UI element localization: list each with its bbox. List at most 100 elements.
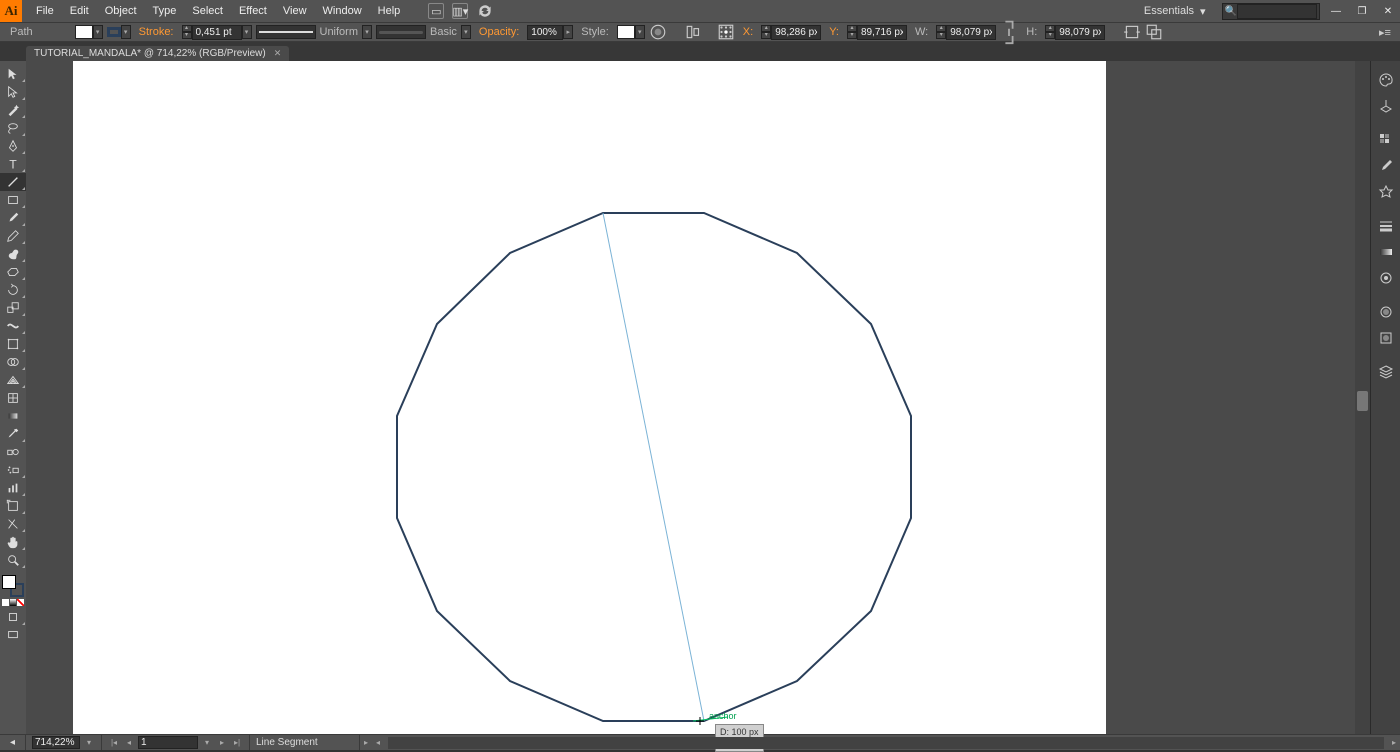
menu-select[interactable]: Select bbox=[184, 2, 231, 20]
transparency-panel-icon[interactable] bbox=[1371, 265, 1400, 291]
eraser-tool[interactable] bbox=[0, 263, 26, 281]
symbols-panel-icon[interactable] bbox=[1371, 179, 1400, 205]
opacity-label[interactable]: Opacity: bbox=[475, 26, 523, 38]
tab-close-icon[interactable]: ✕ bbox=[274, 48, 282, 59]
doc-layout-icon[interactable]: ▭ bbox=[428, 3, 444, 19]
x-input[interactable] bbox=[771, 25, 821, 40]
search-input[interactable] bbox=[1237, 4, 1317, 19]
stroke-panel-icon[interactable] bbox=[1371, 213, 1400, 239]
free-transform-tool[interactable] bbox=[0, 335, 26, 353]
vertical-scrollbar[interactable] bbox=[1355, 61, 1370, 734]
artboard-dropdown[interactable]: ▾ bbox=[201, 737, 213, 749]
menu-type[interactable]: Type bbox=[145, 2, 185, 20]
color-mode-solid[interactable] bbox=[2, 599, 9, 606]
screen-mode-icon[interactable] bbox=[0, 626, 26, 644]
panel-menu-icon[interactable]: ▸≡ bbox=[1376, 24, 1394, 40]
brushes-panel-icon[interactable] bbox=[1371, 153, 1400, 179]
arrange-icon[interactable]: ▥▾ bbox=[452, 3, 468, 19]
color-mode-gradient[interactable] bbox=[10, 599, 17, 606]
paintbrush-tool[interactable] bbox=[0, 209, 26, 227]
hand-tool[interactable] bbox=[0, 533, 26, 551]
blob-brush-tool[interactable] bbox=[0, 245, 26, 263]
stroke-weight-control[interactable]: ▴▾ ▾ bbox=[182, 25, 252, 40]
type-tool[interactable]: T bbox=[0, 155, 26, 173]
line-segment-tool[interactable] bbox=[0, 173, 26, 191]
menu-object[interactable]: Object bbox=[97, 2, 145, 20]
color-mode-none[interactable] bbox=[17, 599, 24, 606]
magic-wand-tool[interactable] bbox=[0, 101, 26, 119]
selection-tool[interactable] bbox=[0, 65, 26, 83]
menu-edit[interactable]: Edit bbox=[62, 2, 97, 20]
rotate-tool[interactable] bbox=[0, 281, 26, 299]
lasso-tool[interactable] bbox=[0, 119, 26, 137]
canvas[interactable]: anchor D: 100 px 281° bbox=[26, 61, 1370, 734]
artboard-next[interactable]: ▸ bbox=[216, 737, 228, 749]
layers-panel-icon[interactable] bbox=[1371, 359, 1400, 385]
artboard-tool[interactable] bbox=[0, 497, 26, 515]
gradient-tool[interactable] bbox=[0, 407, 26, 425]
h-input[interactable] bbox=[1055, 25, 1105, 40]
width-tool[interactable] bbox=[0, 317, 26, 335]
fill-control[interactable]: ▾ bbox=[75, 25, 103, 39]
graphic-styles-panel-icon[interactable] bbox=[1371, 325, 1400, 351]
artboard-input[interactable] bbox=[138, 736, 198, 749]
menu-effect[interactable]: Effect bbox=[231, 2, 275, 20]
swatches-panel-icon[interactable] bbox=[1371, 127, 1400, 153]
slice-tool[interactable] bbox=[0, 515, 26, 533]
mesh-tool[interactable] bbox=[0, 389, 26, 407]
isolate-icon[interactable] bbox=[1123, 24, 1141, 40]
draw-mode-icon[interactable] bbox=[0, 608, 26, 626]
stroke-control[interactable]: ▾ bbox=[107, 25, 131, 39]
blend-tool[interactable] bbox=[0, 443, 26, 461]
stroke-profile-control[interactable]: Uniform ▾ bbox=[256, 25, 373, 39]
y-input[interactable] bbox=[857, 25, 907, 40]
status-menu[interactable]: ▸ bbox=[360, 737, 372, 749]
scale-tool[interactable] bbox=[0, 299, 26, 317]
menu-window[interactable]: Window bbox=[315, 2, 370, 20]
pen-tool[interactable] bbox=[0, 137, 26, 155]
artboard-last[interactable]: ▸| bbox=[231, 737, 243, 749]
recolor-icon[interactable] bbox=[649, 24, 667, 40]
scroll-right[interactable]: ▸ bbox=[1388, 737, 1400, 749]
appearance-panel-icon[interactable] bbox=[1371, 299, 1400, 325]
zoom-dropdown[interactable]: ▾ bbox=[83, 737, 95, 749]
zoom-tool[interactable] bbox=[0, 551, 26, 569]
perspective-grid-tool[interactable] bbox=[0, 371, 26, 389]
transform-anchor-icon[interactable] bbox=[717, 24, 735, 40]
close-button[interactable]: ✕ bbox=[1378, 4, 1398, 18]
color-panel-icon[interactable] bbox=[1371, 67, 1400, 93]
color-guide-panel-icon[interactable] bbox=[1371, 93, 1400, 119]
minimize-button[interactable]: — bbox=[1326, 4, 1346, 18]
maximize-button[interactable]: ❐ bbox=[1352, 4, 1372, 18]
fill-swatch[interactable] bbox=[2, 575, 16, 589]
pencil-tool[interactable] bbox=[0, 227, 26, 245]
direct-selection-tool[interactable] bbox=[0, 83, 26, 101]
menu-help[interactable]: Help bbox=[370, 2, 409, 20]
document-tab[interactable]: TUTORIAL_MANDALA* @ 714,22% (RGB/Preview… bbox=[26, 46, 289, 61]
column-graph-tool[interactable] bbox=[0, 479, 26, 497]
eyedropper-tool[interactable] bbox=[0, 425, 26, 443]
zoom-input[interactable] bbox=[32, 736, 80, 749]
opacity-control[interactable]: ▸ bbox=[527, 25, 573, 40]
artboard-prev[interactable]: ◂ bbox=[123, 737, 135, 749]
menu-file[interactable]: File bbox=[28, 2, 62, 20]
align-icon[interactable] bbox=[685, 24, 703, 40]
symbol-sprayer-tool[interactable] bbox=[0, 461, 26, 479]
status-flyout[interactable]: ◂ bbox=[0, 735, 26, 750]
style-control[interactable]: ▾ bbox=[617, 25, 645, 39]
brush-control[interactable]: Basic ▾ bbox=[376, 25, 471, 39]
opacity-input[interactable] bbox=[527, 25, 563, 40]
rectangle-tool[interactable] bbox=[0, 191, 26, 209]
color-picker[interactable] bbox=[0, 573, 26, 608]
menu-view[interactable]: View bbox=[275, 2, 315, 20]
shape-builder-tool[interactable] bbox=[0, 353, 26, 371]
stroke-weight-input[interactable] bbox=[192, 25, 242, 40]
edit-clip-icon[interactable] bbox=[1145, 24, 1163, 40]
gradient-panel-icon[interactable] bbox=[1371, 239, 1400, 265]
sync-icon[interactable] bbox=[476, 3, 494, 19]
w-input[interactable] bbox=[946, 25, 996, 40]
workspace-switcher[interactable]: Essentials ▾ bbox=[1134, 3, 1216, 20]
scroll-left[interactable]: ◂ bbox=[372, 737, 384, 749]
link-wh-icon[interactable] bbox=[1000, 24, 1018, 40]
horizontal-scrollbar[interactable] bbox=[388, 737, 1384, 749]
